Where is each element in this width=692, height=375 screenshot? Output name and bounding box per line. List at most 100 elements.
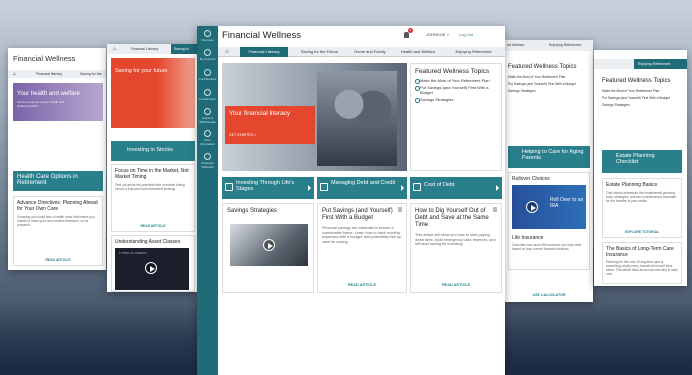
home-icon[interactable]: ⌂ [221,47,233,57]
nav-tab-saving[interactable]: Saving fo [171,44,197,54]
hero-photo [317,71,397,166]
sidebar-item-investments[interactable]: Investments [197,89,218,101]
article-card[interactable]: How to Dig Yourself Out of Debt and Save… [410,203,502,293]
bell-icon[interactable] [404,32,409,38]
article-card-video[interactable]: Understanding Asset Classes TYPES OF ASS… [111,235,195,292]
article-title: Focus on Time in the Market, Not Market … [115,168,189,180]
screen-left-mid: ⌂ Financial Literacy Saving fo Saving fo… [107,44,197,292]
video-label: TYPES OF ASSETS [119,251,147,255]
home-icon[interactable]: ⌂ [113,46,116,52]
wellness-icon [204,153,211,160]
article-card[interactable]: Put Savings (and Yourself) First With a … [317,203,407,293]
notification-badge: 1 [408,28,413,33]
article-card[interactable]: Estate Planning Basics This tutorial add… [602,178,682,238]
bookmark-icon[interactable] [398,207,402,212]
featured-item[interactable]: Savings Strategies [415,97,497,103]
nav-bar: ⌂ Financial literacy Saving for the [8,70,106,78]
arrow-right-icon [401,185,404,191]
nav-tab-saving[interactable]: Saving for the [80,72,102,76]
page-title: Financial Wellness [222,30,302,41]
article-title: Estate Planning Basics [606,182,658,188]
tab-enjoying-retirement[interactable]: Enjoying Retirement [446,47,501,57]
tile-health-care-options[interactable]: Health Care Options in Retirement [13,171,103,191]
explore-tutorial-link[interactable]: EXPLORE TUTORIAL [603,230,681,234]
hero-link[interactable]: GET STARTED > [229,133,311,137]
plan-info-icon [204,130,211,137]
tab-home-family[interactable]: Home and Family [349,47,391,57]
featured-item[interactable]: Make the Most of Your Retirement Plan [602,89,684,93]
article-body: Calculate how much life insurance you ma… [512,243,582,251]
bookmark-icon[interactable] [493,207,497,212]
logout-link[interactable]: Log Out [459,32,473,37]
tile-label: Helping to Care for Aging Parents [522,149,584,161]
article-card[interactable]: The Basics of Long-Term Care Insurance P… [602,242,682,284]
sidebar-item-overview[interactable]: Overview [197,30,218,42]
article-title: Understanding Asset Classes [115,239,181,245]
tab-health-welfare[interactable]: Health and Welfare [394,47,442,57]
article-title: Put Savings (and Yourself) First With a … [322,208,393,221]
article-body: This tutorial addresses the fundamental … [606,191,677,203]
page-title: Financial Wellness [13,54,76,63]
featured-item[interactable]: Make the Most of Your Retirement Plan [508,75,590,79]
sidebar-item-loans[interactable]: Loans & Withdrawals [197,108,218,124]
featured-item[interactable]: Make the Most of Your Retirement Plan [415,78,497,84]
nav-tab-health[interactable]: nd Welfare [507,43,524,47]
hero-title: Saving for your future [115,68,168,74]
sidebar-label: Plan Information [199,138,215,146]
nav-bar: nd Welfare Enjoying Retirement [505,40,593,51]
play-icon[interactable] [145,262,157,274]
sidebar-item-plan-info[interactable]: Plan Information [197,130,218,146]
sidebar-label: Financial Wellness [201,161,214,169]
tile-managing-debt[interactable]: Managing Debt and Credit [317,177,407,199]
article-card[interactable]: Advance Directives: Planning Ahead for Y… [13,196,103,266]
arrow-right-icon [308,185,311,191]
sidebar: Overview My Account Contributions Invest… [197,26,218,375]
sidebar-label: Contributions [198,77,217,81]
user-name: JOHNDOE [426,32,446,37]
read-article-link[interactable]: READ ARTICLE [411,283,501,287]
use-calculator-link[interactable]: USE CALCULATOR [505,293,593,297]
read-article-link[interactable]: READ ARTICLE [112,224,194,228]
tile-aging-parents[interactable]: Helping to Care for Aging Parents [508,146,590,168]
hero-title: Your health and welfare [17,91,80,97]
featured-title: Featured Wellness Topics [508,64,577,70]
featured-item[interactable]: Savings Strategies [602,103,684,107]
article-card-video[interactable]: Rollover Choices Roll Over to an IRA Lif… [508,172,590,270]
nav-tab-retirement[interactable]: Enjoying Retirement [634,59,687,69]
tile-label: Estate Planning Checklist [616,153,655,165]
featured-item[interactable]: Put Savings (and Yourself) First With a … [602,96,684,100]
tile-investing-in-stocks[interactable]: Investing in Stocks [111,141,195,161]
featured-item[interactable]: Put Savings (and Yourself) First With a … [415,85,497,95]
tab-financial-literacy[interactable]: Financial Literacy [240,47,288,57]
read-article-link[interactable]: READ ARTICLE [14,258,102,262]
user-menu[interactable]: JOHNDOE ˅ [426,32,449,37]
featured-item[interactable]: Savings Strategies [508,89,590,93]
nav-tab-retirement[interactable]: Enjoying Retirement [549,43,581,47]
featured-item[interactable]: Put Savings (and Yourself) First With a … [508,82,590,86]
article-card-video[interactable]: Savings Strategies [222,203,314,293]
video-thumbnail[interactable] [230,224,308,266]
nav-tab-financial-literacy[interactable]: Financial Literacy [131,47,158,51]
read-article-link[interactable]: READ ARTICLE [318,283,406,287]
featured-title: Featured Wellness Topics [415,68,490,75]
video-thumbnail[interactable]: TYPES OF ASSETS [115,248,189,290]
screen-right-mid: nd Welfare Enjoying Retirement Featured … [505,40,593,302]
home-icon[interactable]: ⌂ [13,71,16,77]
tile-cost-of-debt[interactable]: Cost of Debt [410,177,502,199]
article-card[interactable]: Focus on Time in the Market, Not Market … [111,164,195,232]
tile-estate-planning-checklist[interactable]: Estate Planning Checklist [602,150,682,173]
tile-investing-life-stages[interactable]: Investing Through Life's Stages [222,177,314,199]
featured-topics: Featured Wellness Topics Make the Most o… [410,63,502,171]
tile-label: Investing Through Life's Stages [236,180,295,192]
play-icon[interactable] [263,239,275,251]
arrow-right-icon [496,185,499,191]
sidebar-item-my-account[interactable]: My Account [197,49,218,61]
article-title: Advance Directives: Planning Ahead for Y… [17,200,98,212]
sidebar-label: Loans & Withdrawals [199,116,216,124]
play-icon[interactable] [526,201,538,213]
nav-tab-financial-literacy[interactable]: Financial literacy [36,72,62,76]
sidebar-item-financial-wellness[interactable]: Financial Wellness [197,153,218,169]
tab-saving-future[interactable]: Saving for the Future [292,47,347,57]
sidebar-item-contributions[interactable]: Contributions [197,69,218,81]
video-thumbnail[interactable]: Roll Over to an IRA [512,185,586,229]
